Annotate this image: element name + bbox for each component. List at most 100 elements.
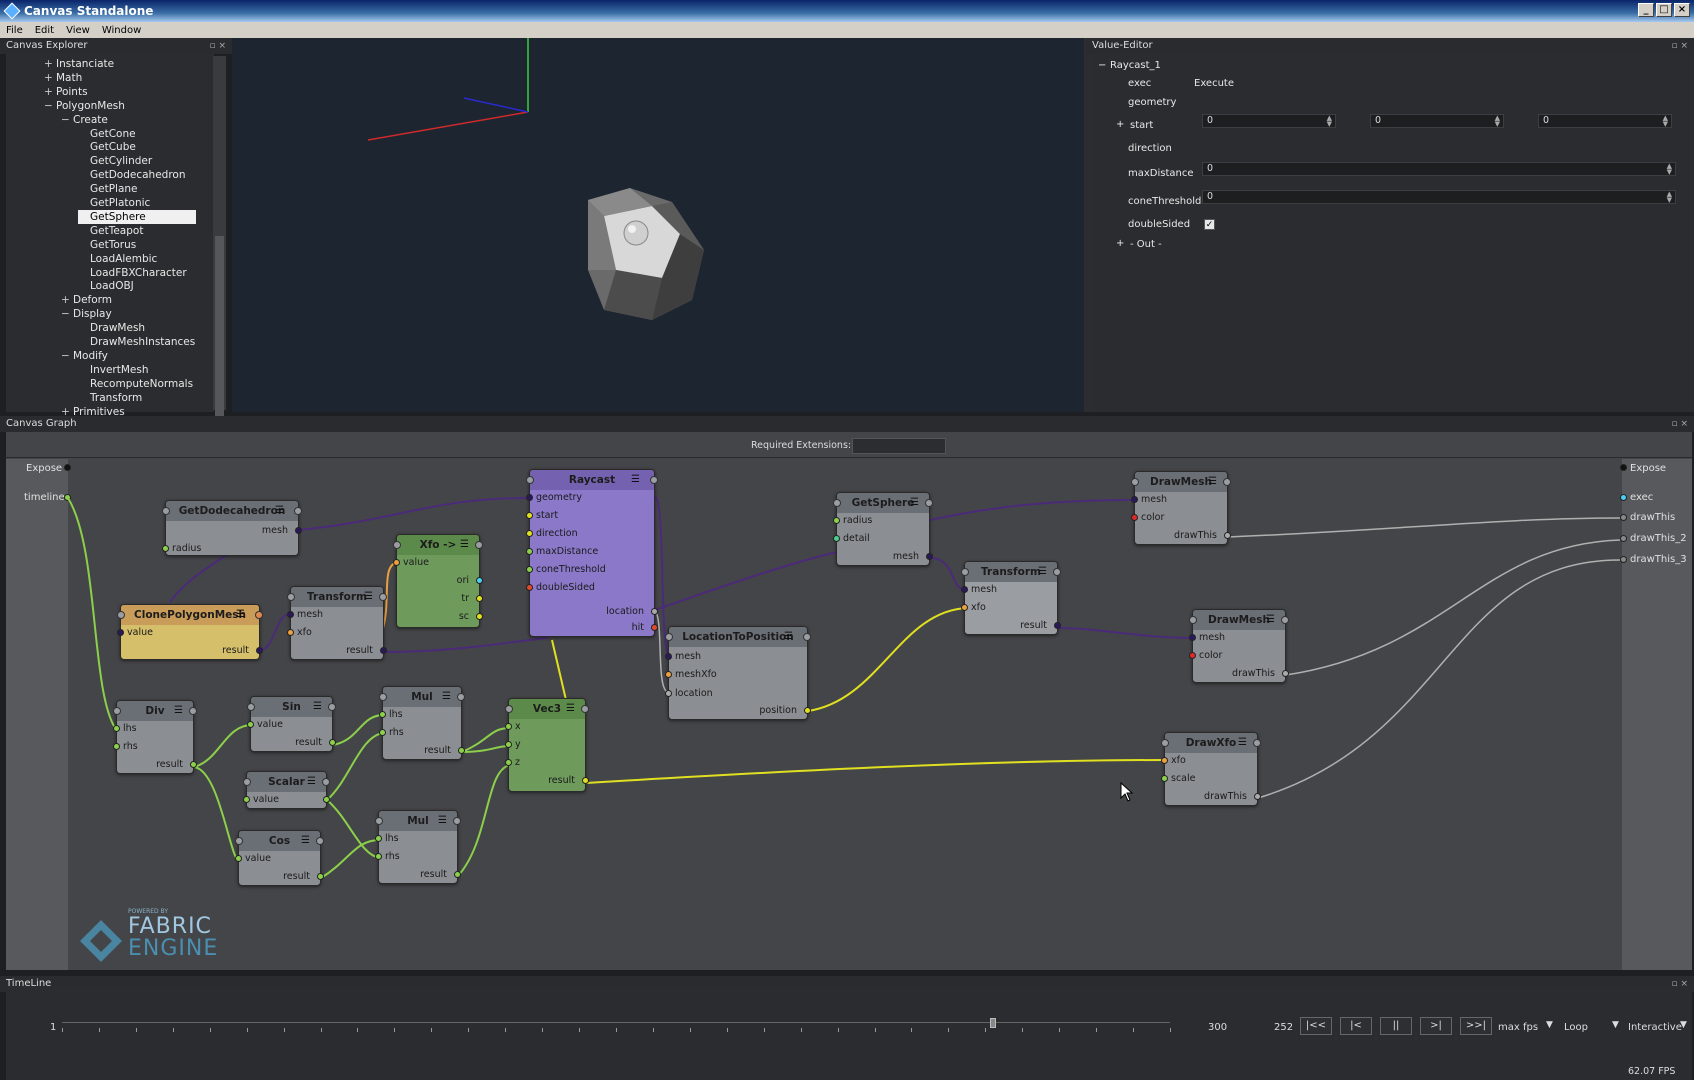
node-header[interactable]: Vec3 ☰ [505, 699, 589, 719]
node-sin[interactable]: Sin ☰ value result [247, 696, 336, 752]
port-value-dot[interactable] [117, 629, 124, 636]
port-start-dot[interactable] [526, 512, 533, 519]
node-header[interactable]: Xfo -> ☰ [393, 535, 483, 555]
port-lhs-dot[interactable] [113, 725, 120, 732]
port-x-dot[interactable] [505, 723, 512, 730]
port-result-dot[interactable] [1054, 622, 1061, 629]
port-mesh-dot[interactable] [926, 553, 933, 560]
node-raycast[interactable]: Raycast ☰ geometry start direction maxDis… [526, 469, 658, 637]
node-header[interactable]: Transform ☰ [287, 587, 387, 607]
node-header[interactable]: DrawMesh ☰ [1189, 610, 1289, 630]
goto-end-button[interactable]: >>| [1460, 1017, 1492, 1035]
goto-start-button[interactable]: |<< [1300, 1017, 1332, 1035]
port-location-dot[interactable] [665, 690, 672, 697]
node-header[interactable]: Sin ☰ [247, 697, 336, 717]
port-position-dot[interactable] [804, 707, 811, 714]
port-result-dot[interactable] [458, 747, 465, 754]
port-tr-dot[interactable] [476, 595, 483, 602]
node-header[interactable]: GetDodecahedron ☰ [162, 501, 302, 521]
node-menu-icon[interactable]: ☰ [174, 701, 183, 721]
node-menu-icon[interactable]: ☰ [307, 772, 316, 792]
port-value-out-dot[interactable] [323, 796, 330, 803]
node-clonepolygonmesh[interactable]: ClonePolygonMesh ☰ value result [117, 604, 263, 660]
node-header[interactable]: Scalar ☰ [243, 772, 330, 792]
node-header[interactable]: Raycast ☰ [526, 470, 658, 490]
port-result-dot[interactable] [317, 873, 324, 880]
node-header[interactable]: Mul ☰ [379, 687, 465, 707]
port-radius-dot[interactable] [162, 545, 169, 552]
port-xfo-dot[interactable] [287, 629, 294, 636]
port-mesh-dot[interactable] [1131, 496, 1138, 503]
port-ori-dot[interactable] [476, 577, 483, 584]
node-menu-icon[interactable]: ☰ [566, 699, 575, 719]
node-mul-1[interactable]: Mul ☰ lhs rhs result [379, 686, 465, 760]
port-lhs-dot[interactable] [379, 711, 386, 718]
node-menu-icon[interactable]: ☰ [784, 627, 793, 647]
loop-dropdown-icon[interactable]: ▼ [1612, 1020, 1619, 1030]
port-xfo-dot[interactable] [961, 604, 968, 611]
timeline-handle[interactable] [989, 1018, 996, 1028]
node-getsphere[interactable]: GetSphere ☰ radius detail mesh [833, 492, 933, 566]
node-menu-icon[interactable]: ☰ [910, 493, 919, 513]
node-menu-icon[interactable]: ☰ [1238, 733, 1247, 753]
node-menu-icon[interactable]: ☰ [275, 501, 284, 521]
mode-select[interactable]: Interactive [1628, 1022, 1682, 1033]
mode-dropdown-icon[interactable]: ▼ [1680, 1020, 1687, 1030]
node-menu-icon[interactable]: ☰ [438, 811, 447, 831]
node-header[interactable]: Cos ☰ [235, 831, 324, 851]
node-header[interactable]: DrawXfo ☰ [1161, 733, 1261, 753]
port-radius-dot[interactable] [833, 517, 840, 524]
node-div[interactable]: Div ☰ lhs rhs result [113, 700, 197, 774]
port-xfo-dot[interactable] [1161, 757, 1168, 764]
node-menu-icon[interactable]: ☰ [1208, 472, 1217, 492]
port-result-dot[interactable] [380, 647, 387, 654]
node-mul-2[interactable]: Mul ☰ lhs rhs result [375, 810, 461, 884]
port-maxdistance-dot[interactable] [526, 548, 533, 555]
maxfps-dropdown-icon[interactable]: ▼ [1546, 1020, 1553, 1030]
node-drawmesh-2[interactable]: DrawMesh ☰ mesh color drawThis [1189, 609, 1289, 683]
port-result-dot[interactable] [190, 761, 197, 768]
port-meshxfo-dot[interactable] [665, 671, 672, 678]
node-menu-icon[interactable]: ☰ [631, 470, 640, 490]
port-mesh-dot[interactable] [295, 527, 302, 534]
port-sc-dot[interactable] [476, 613, 483, 620]
pause-button[interactable]: || [1380, 1017, 1412, 1035]
port-geometry-dot[interactable] [526, 494, 533, 501]
step-back-button[interactable]: |< [1340, 1017, 1372, 1035]
node-header[interactable]: GetSphere ☰ [833, 493, 933, 513]
port-hit-dot[interactable] [651, 624, 658, 631]
step-forward-button[interactable]: >| [1420, 1017, 1452, 1035]
node-transform-1[interactable]: Transform ☰ mesh xfo result [287, 586, 387, 660]
port-mesh-dot[interactable] [665, 653, 672, 660]
port-z-dot[interactable] [505, 759, 512, 766]
port-value-dot[interactable] [247, 721, 254, 728]
node-header[interactable]: LocationToPosition ☰ [665, 627, 811, 647]
port-result-dot[interactable] [329, 739, 336, 746]
node-xfo[interactable]: Xfo -> ☰ value ori tr sc [393, 534, 483, 628]
port-doublesided-dot[interactable] [526, 584, 533, 591]
port-value-dot[interactable] [235, 855, 242, 862]
node-drawmesh-1[interactable]: DrawMesh ☰ mesh color drawThis [1131, 471, 1231, 545]
port-value-dot[interactable] [393, 559, 400, 566]
node-drawxfo[interactable]: DrawXfo ☰ xfo scale drawThis [1161, 732, 1261, 806]
port-conethreshold-dot[interactable] [526, 566, 533, 573]
port-value-dot[interactable] [243, 796, 250, 803]
node-locationtoposition[interactable]: LocationToPosition ☰ mesh meshXfo locatio… [665, 626, 811, 720]
node-scalar[interactable]: Scalar ☰ value [243, 771, 330, 809]
node-header[interactable]: DrawMesh ☰ [1131, 472, 1231, 492]
port-detail-dot[interactable] [833, 535, 840, 542]
node-menu-icon[interactable]: ☰ [1266, 610, 1275, 630]
node-transform-2[interactable]: Transform ☰ mesh xfo result [961, 561, 1061, 635]
port-mesh-dot[interactable] [287, 611, 294, 618]
port-color-dot[interactable] [1189, 652, 1196, 659]
node-menu-icon[interactable]: ☰ [313, 697, 322, 717]
node-header[interactable]: Mul ☰ [375, 811, 461, 831]
node-vec3[interactable]: Vec3 ☰ x y z result [505, 698, 589, 792]
port-drawthis-dot[interactable] [1224, 532, 1231, 539]
node-header[interactable]: Transform ☰ [961, 562, 1061, 582]
port-drawthis-dot[interactable] [1282, 670, 1289, 677]
timeline-current-frame[interactable]: 252 [1274, 1022, 1293, 1033]
port-color-dot[interactable] [1131, 514, 1138, 521]
node-menu-icon[interactable]: ☰ [1038, 562, 1047, 582]
port-y-dot[interactable] [505, 741, 512, 748]
